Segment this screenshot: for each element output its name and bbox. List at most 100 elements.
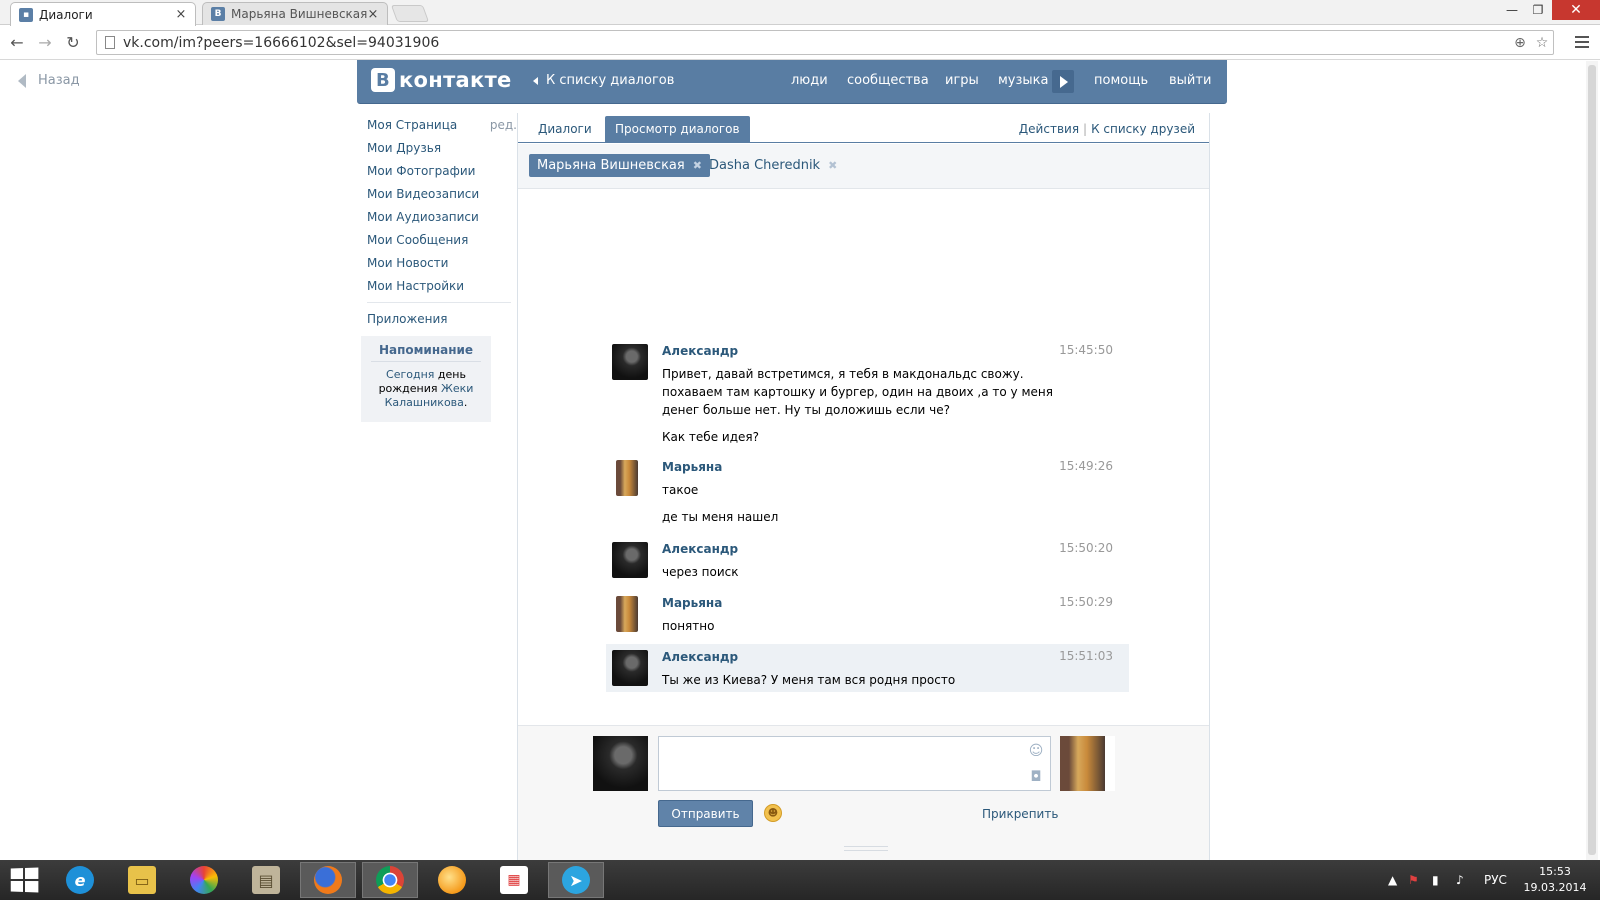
message-text: де ты меня нашел [662, 510, 779, 524]
peer-bar: Марьяна Вишневская ✖ Dasha Cherednik ✖ [518, 144, 1209, 189]
firefox-icon[interactable] [300, 862, 356, 898]
remove-peer-icon[interactable]: ✖ [828, 154, 837, 177]
message-text: Ты же из Киева? У меня там вся родня про… [662, 673, 956, 687]
back-arrow-icon [18, 73, 26, 88]
friends-list-link[interactable]: К списку друзей [1091, 122, 1195, 136]
message-author[interactable]: Александр [662, 344, 738, 358]
message-input[interactable]: ☺ ◘ [658, 736, 1051, 791]
sidebar-item-audio[interactable]: Мои Аудиозаписи [367, 206, 517, 229]
close-window-icon[interactable]: ✕ [1552, 0, 1600, 20]
message-item[interactable]: Александр 15:50:20 через поиск [606, 536, 1129, 588]
page-icon [105, 36, 115, 49]
smiley-icon[interactable]: ☺ [1028, 743, 1044, 759]
sidebar-item-my-page[interactable]: Моя Страница ред. [367, 114, 517, 137]
app-grid-icon[interactable]: ▦ [486, 862, 542, 898]
back-arrow-icon[interactable]: ← [6, 31, 28, 53]
vk-logo-text: контакте [399, 68, 512, 92]
tab-dialogs[interactable]: Диалоги [528, 116, 602, 143]
sidebar-item-settings[interactable]: Мои Настройки [367, 275, 517, 298]
system-clock[interactable]: 15:53 19.03.2014 [1520, 864, 1590, 896]
back-link[interactable]: Назад [18, 73, 80, 88]
message-item-highlighted[interactable]: Александр 15:51:03 Ты же из Киева? У мен… [606, 644, 1129, 692]
emoji-icon[interactable]: ☻ [764, 804, 782, 822]
message-item[interactable]: Марьяна 15:49:26 такое де ты меня нашел [606, 454, 1129, 534]
reminder-title: Напоминание [371, 343, 481, 362]
forward-arrow-icon[interactable]: → [34, 31, 56, 53]
reminder-name-first[interactable]: Жеки [441, 382, 473, 395]
vk-logo[interactable]: В контакте [371, 68, 512, 92]
reminder-name-last[interactable]: Калашникова [385, 396, 464, 409]
address-bar[interactable]: vk.com/im?peers=16666102&sel=94031906 ⊕ … [96, 30, 1554, 55]
tray-expand-icon[interactable]: ▲ [1388, 860, 1397, 900]
telegram-icon[interactable]: ➤ [548, 862, 604, 898]
messenger-app-icon[interactable] [424, 862, 480, 898]
nav-music[interactable]: музыка [998, 73, 1049, 88]
peer-tab[interactable]: Dasha Cherednik ✖ [701, 154, 845, 177]
peer-tab-selected[interactable]: Марьяна Вишневская ✖ [529, 154, 710, 177]
close-tab-icon[interactable]: × [175, 7, 187, 22]
avatar[interactable] [616, 460, 638, 496]
nav-games[interactable]: игры [945, 73, 979, 88]
edit-link[interactable]: ред. [490, 114, 517, 137]
close-tab-icon[interactable]: × [367, 7, 379, 22]
windows-start-icon[interactable] [10, 867, 39, 893]
minimize-icon[interactable]: — [1500, 0, 1524, 20]
internet-explorer-icon[interactable]: e [52, 862, 108, 898]
my-avatar[interactable] [593, 736, 648, 791]
restore-icon[interactable]: ❐ [1526, 0, 1550, 20]
nav-logout[interactable]: выйти [1169, 73, 1211, 88]
attach-link[interactable]: Прикрепить [982, 807, 1058, 821]
zoom-icon[interactable]: ⊕ [1509, 35, 1531, 51]
browser-tab-profile[interactable]: B Марьяна Вишневская × [202, 2, 388, 25]
sidebar-item-news[interactable]: Мои Новости [367, 252, 517, 275]
sidebar-item-videos[interactable]: Мои Видеозаписи [367, 183, 517, 206]
bookmark-star-icon[interactable]: ☆ [1531, 35, 1553, 51]
tab-view-dialogs[interactable]: Просмотр диалогов [605, 116, 750, 143]
resize-grip[interactable] [844, 846, 888, 851]
sidebar-item-photos[interactable]: Мои Фотографии [367, 160, 517, 183]
actions-link[interactable]: Действия [1019, 122, 1079, 136]
peer-avatar[interactable] [1060, 736, 1115, 791]
avatar[interactable] [612, 650, 648, 686]
reminder-today-link[interactable]: Сегодня [386, 368, 434, 381]
message-author[interactable]: Александр [662, 542, 738, 556]
ie-glyph: e [66, 866, 94, 894]
vk-logo-letter: В [371, 68, 395, 92]
action-center-flag-icon[interactable]: ⚑ [1408, 860, 1419, 900]
reload-icon[interactable]: ↻ [62, 31, 84, 53]
file-explorer-icon[interactable]: ▭ [114, 862, 170, 898]
scroll-thumb[interactable] [1588, 65, 1596, 855]
message-item[interactable]: Марьяна 15:50:29 понятно [606, 590, 1129, 642]
chevron-left-icon [533, 76, 538, 85]
picasa-icon[interactable] [176, 862, 232, 898]
language-indicator[interactable]: РУС [1484, 860, 1507, 900]
volume-icon[interactable]: ♪ [1456, 860, 1464, 900]
new-tab-button[interactable] [390, 5, 430, 22]
browser-menu-icon[interactable] [1572, 32, 1592, 52]
camera-icon[interactable]: ◘ [1028, 769, 1044, 785]
sidebar-item-label: Моя Страница [367, 118, 458, 132]
sidebar-item-apps[interactable]: Приложения [367, 308, 517, 331]
message-author[interactable]: Марьяна [662, 596, 722, 610]
message-item[interactable]: Александр 15:45:50 Привет, давай встрети… [606, 338, 1129, 452]
tab-title: Марьяна Вишневская [231, 7, 367, 21]
avatar[interactable] [612, 344, 648, 380]
message-author[interactable]: Александр [662, 650, 738, 664]
browser-tab-dialogs[interactable]: ▪ Диалоги × [10, 2, 196, 26]
avatar[interactable] [612, 542, 648, 578]
avatar[interactable] [616, 596, 638, 632]
dialog-list-link[interactable]: К списку диалогов [533, 73, 674, 88]
music-play-button[interactable] [1052, 70, 1074, 93]
sidebar-item-friends[interactable]: Мои Друзья [367, 137, 517, 160]
archive-app-icon[interactable]: ▤ [238, 862, 294, 898]
message-time: 15:51:03 [1059, 649, 1113, 663]
nav-help[interactable]: помощь [1094, 73, 1148, 88]
network-icon[interactable]: ▮ [1432, 860, 1439, 900]
page-scrollbar[interactable] [1586, 61, 1598, 861]
nav-people[interactable]: люди [791, 73, 828, 88]
send-button[interactable]: Отправить [658, 800, 753, 827]
nav-communities[interactable]: сообщества [847, 73, 929, 88]
chrome-icon[interactable] [362, 862, 418, 898]
sidebar-item-messages[interactable]: Мои Сообщения [367, 229, 517, 252]
message-author[interactable]: Марьяна [662, 460, 722, 474]
